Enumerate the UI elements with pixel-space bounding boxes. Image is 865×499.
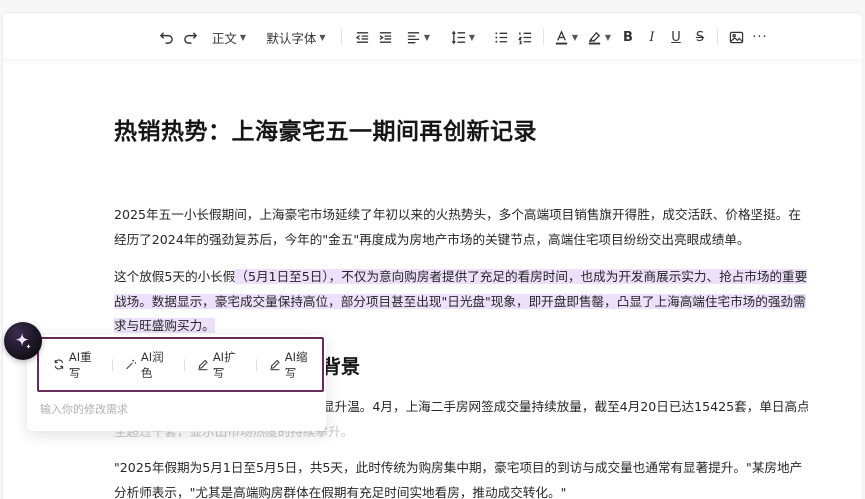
paragraph-1[interactable]: 2025年五一小长假期间，上海豪宅市场延续了年初以来的火热势头，多个高端项目销售… (114, 203, 808, 252)
formatting-toolbar: 正文 ▼ 默认字体 ▼ ▼ ▼ ▼ ▼ B I U S ··· (3, 13, 862, 59)
undo-icon[interactable] (157, 27, 175, 47)
ai-shorten-label: AI缩写 (284, 349, 308, 380)
paragraph-3[interactable]: 显升温。4月，上海二手房网签成交量持续放量，截至4月20日已达15425套，单日… (322, 395, 808, 420)
ai-rewrite-label: AI重写 (68, 349, 92, 380)
rewrite-icon (54, 359, 64, 370)
section-heading[interactable]: 背景 (322, 352, 360, 379)
ai-polish-button[interactable]: AI润色 (119, 349, 178, 381)
line-spacing-dropdown[interactable]: ▼ (449, 27, 477, 47)
strikethrough-icon[interactable]: S (691, 27, 709, 47)
chevron-down-icon: ▼ (423, 32, 431, 42)
align-dropdown[interactable]: ▼ (404, 27, 432, 47)
font-family-dropdown[interactable]: 默认字体 ▼ (265, 27, 327, 47)
ai-polish-label: AI润色 (140, 349, 164, 380)
paragraph-4[interactable]: "2025年假期为5月1日至5月5日，共5天，此时传统为购房集中期，豪宅项目的到… (114, 456, 808, 499)
ai-shorten-button[interactable]: AI缩写 (263, 349, 322, 381)
indent-increase-icon[interactable] (376, 27, 394, 47)
italic-icon[interactable]: I (643, 27, 661, 47)
toolbar-divider (543, 29, 544, 45)
ai-actions-divider (184, 358, 185, 371)
ai-request-input[interactable] (40, 400, 310, 418)
chevron-down-icon: ▼ (319, 32, 326, 42)
numbered-list-icon[interactable] (516, 27, 534, 47)
magic-wand-icon (126, 359, 137, 370)
line-spacing-icon (451, 30, 465, 44)
chevron-down-icon: ▼ (239, 32, 247, 42)
bold-icon[interactable]: B (619, 27, 637, 47)
paragraph-2-text: 这个放假5天的小长假 (114, 269, 236, 284)
underline-icon[interactable]: U (667, 27, 685, 47)
chevron-down-icon: ▼ (571, 32, 579, 42)
more-icon[interactable]: ··· (751, 27, 769, 47)
ai-assistant-panel: AI重写 AI润色 AI扩写 AI缩写 (27, 335, 326, 431)
font-color-icon (555, 29, 568, 45)
ai-actions-divider (112, 358, 113, 371)
paragraph-style-label: 正文 (211, 30, 237, 46)
toolbar-divider (717, 29, 718, 45)
highlight-dropdown[interactable]: ▼ (586, 27, 612, 47)
paragraph-style-dropdown[interactable]: 正文 ▼ (209, 27, 249, 47)
ai-assistant-badge[interactable] (4, 322, 42, 360)
paragraph-2[interactable]: 这个放假5天的小长假（5月1日至5日），不仅为意向购房者提供了充足的看房时间，也… (114, 265, 808, 339)
ai-actions-divider (256, 358, 257, 371)
align-left-icon (407, 31, 420, 43)
bullet-list-icon[interactable] (492, 27, 510, 47)
indent-decrease-icon[interactable] (353, 27, 371, 47)
chevron-down-icon: ▼ (468, 32, 476, 42)
toolbar-divider (341, 29, 342, 45)
highlight-icon (588, 31, 601, 45)
ai-expand-button[interactable]: AI扩写 (191, 349, 250, 381)
document-title[interactable]: 热销热势：上海豪宅五一期间再创新记录 (114, 112, 537, 146)
font-color-dropdown[interactable]: ▼ (553, 27, 579, 47)
pen-icon (270, 359, 280, 371)
chevron-down-icon: ▼ (604, 32, 612, 42)
font-family-label: 默认字体 (266, 30, 317, 46)
ai-rewrite-button[interactable]: AI重写 (47, 349, 106, 381)
sparkle-icon (15, 332, 31, 350)
ai-actions-bar: AI重写 AI润色 AI扩写 AI缩写 (37, 337, 324, 392)
pen-icon (198, 359, 208, 371)
redo-icon[interactable] (181, 27, 199, 47)
ai-expand-label: AI扩写 (212, 349, 236, 380)
image-icon[interactable] (727, 27, 745, 47)
